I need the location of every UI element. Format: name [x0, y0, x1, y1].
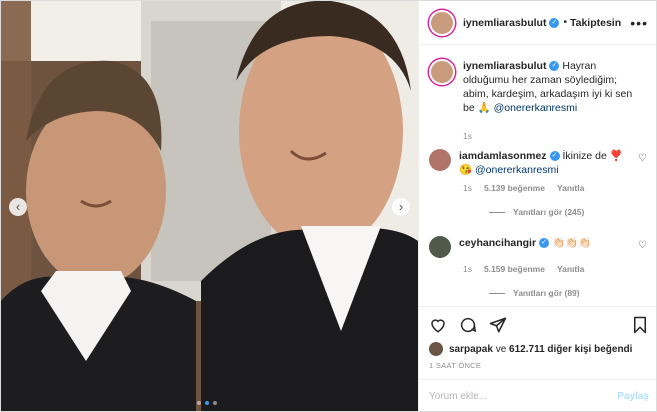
view-replies-label: Yanıtları gör (245) [513, 207, 585, 217]
comment-mention[interactable]: @onererkanresmi [475, 164, 559, 176]
comment-input[interactable] [429, 391, 618, 402]
bookmark-icon[interactable] [631, 316, 649, 334]
carousel-dot [213, 401, 217, 405]
comment-icon[interactable] [459, 316, 477, 334]
verified-badge-icon: ✓ [539, 238, 550, 249]
like-icon[interactable] [429, 316, 447, 334]
likes-summary: sarpapak ve 612.711 diğer kişi beğendi [429, 342, 632, 356]
verified-badge-icon: ✓ [549, 151, 560, 162]
divider [489, 211, 505, 213]
comment-likes[interactable]: 5.159 beğenme [484, 264, 545, 274]
carousel-dot [197, 401, 201, 405]
view-replies-button[interactable]: Yanıtları gör (89) [489, 288, 649, 298]
heart-icon[interactable]: ♡ [638, 153, 647, 164]
chevron-right-icon[interactable]: › [392, 198, 410, 216]
avatar[interactable] [429, 9, 455, 36]
separator: • [563, 17, 567, 28]
post-timestamp: 1 SAAT ÖNCE [429, 361, 482, 370]
share-icon[interactable] [489, 316, 507, 334]
add-comment-bar: Paylaş [419, 379, 656, 411]
comment-username[interactable]: iamdamlasonmez [459, 150, 547, 162]
comment-age: 1s [463, 264, 472, 274]
likes-suffix: beğendi [591, 343, 633, 355]
comment-likes[interactable]: 5.139 beğenme [484, 183, 545, 193]
comment-username[interactable]: ceyhancihangir [459, 237, 536, 249]
comment-age: 1s [463, 183, 472, 193]
caption-age: 1s [463, 131, 472, 141]
heart-icon[interactable]: ♡ [638, 240, 647, 251]
caption: iynemliarasbulut ✓ Hayran olduğumu her za… [419, 45, 656, 143]
verified-badge-icon: ✓ [549, 17, 560, 28]
likes-joiner: ve [492, 343, 510, 355]
comment-text: 👏🏻👏🏻👏🏻 [551, 237, 592, 249]
instagram-post: ‹ › iynemliarasbulut ✓ • Takiptesin ••• … [0, 0, 657, 412]
comment: iamdamlasonmez ✓ İkinize de ❣️😘 @onererka… [429, 149, 649, 217]
caption-mention[interactable]: @onererkanresmi [494, 102, 578, 114]
carousel-dot-active [205, 401, 209, 405]
action-bar [419, 306, 656, 342]
reply-button[interactable]: Yanıtla [557, 264, 584, 274]
likes-count[interactable]: 612.711 diğer kişi [509, 344, 591, 355]
post-sidebar: iynemliarasbulut ✓ • Takiptesin ••• iyne… [418, 1, 656, 411]
follow-button[interactable]: Takiptesin [570, 17, 621, 29]
avatar[interactable] [429, 149, 451, 171]
avatar[interactable] [429, 236, 451, 258]
divider [489, 292, 505, 294]
post-header: iynemliarasbulut ✓ • Takiptesin ••• [419, 1, 656, 45]
caption-username[interactable]: iynemliarasbulut [463, 60, 546, 72]
comment: ceyhancihangir ✓ 👏🏻👏🏻👏🏻 ♡ 1s 5.159 beğenm… [429, 236, 649, 298]
header-username[interactable]: iynemliarasbulut [463, 17, 546, 29]
likes-first-user[interactable]: sarpapak [449, 344, 493, 355]
avatar[interactable] [429, 342, 443, 356]
avatar[interactable] [429, 59, 455, 85]
view-replies-button[interactable]: Yanıtları gör (245) [489, 207, 649, 217]
more-icon[interactable]: ••• [630, 15, 648, 31]
post-comment-button[interactable]: Paylaş [617, 391, 649, 402]
verified-badge-icon: ✓ [549, 61, 560, 72]
chevron-left-icon[interactable]: ‹ [9, 198, 27, 216]
reply-button[interactable]: Yanıtla [557, 183, 584, 193]
photo-illustration [1, 1, 418, 411]
post-photo[interactable]: ‹ › [1, 1, 418, 411]
view-replies-label: Yanıtları gör (89) [513, 288, 580, 298]
carousel-dots [197, 401, 217, 405]
